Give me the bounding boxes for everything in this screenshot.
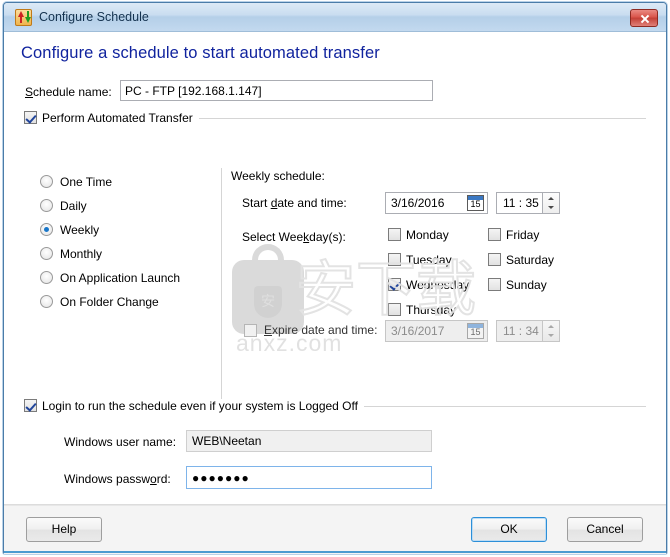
select-weekdays-label: Select Weekday(s):: [242, 230, 346, 244]
cancel-button[interactable]: Cancel: [567, 517, 643, 542]
login-group: Login to run the schedule even if your s…: [24, 399, 646, 413]
weekday-sunday[interactable]: Sunday: [488, 278, 547, 292]
login-checkbox-row[interactable]: Login to run the schedule even if your s…: [24, 399, 364, 413]
start-time-value: 11 : 35: [503, 196, 539, 210]
start-time-field[interactable]: 11 : 35: [496, 192, 560, 214]
calendar-icon: 15: [467, 323, 484, 339]
weekday-wednesday[interactable]: Wednesday: [388, 278, 469, 292]
radio-label: Monthly: [60, 247, 103, 261]
weekday-monday[interactable]: Monday: [388, 228, 449, 242]
radio-monthly[interactable]: Monthly: [40, 242, 210, 266]
radio-label: Weekly: [60, 223, 100, 237]
ok-button[interactable]: OK: [471, 517, 547, 542]
weekday-label: Saturday: [506, 253, 555, 267]
expire-checkbox[interactable]: [244, 324, 257, 337]
start-date-label: Start date and time:: [242, 196, 347, 210]
radio-on-folder-change[interactable]: On Folder Change: [40, 290, 210, 314]
stepper-up-icon: [543, 321, 559, 331]
help-button[interactable]: Help: [26, 517, 102, 542]
calendar-icon-day: 15: [470, 199, 481, 209]
radio-icon[interactable]: [40, 223, 53, 236]
radio-one-time[interactable]: One Time: [40, 170, 210, 194]
checkbox-icon[interactable]: [388, 278, 401, 291]
bottom-accent-bar: [4, 551, 666, 553]
weekday-friday[interactable]: Friday: [488, 228, 539, 242]
watermark-shield-text: 安: [254, 286, 282, 318]
radio-label: On Application Launch: [60, 271, 181, 285]
login-checkbox[interactable]: [24, 399, 37, 412]
expire-time-value: 11 : 34: [503, 324, 539, 338]
checkbox-icon[interactable]: [488, 228, 501, 241]
weekday-saturday[interactable]: Saturday: [488, 253, 554, 267]
window-title: Configure Schedule: [39, 10, 149, 24]
expire-time-field: 11 : 34: [496, 320, 560, 342]
calendar-icon-day: 15: [470, 327, 481, 337]
calendar-icon[interactable]: 15: [467, 195, 484, 211]
radio-icon[interactable]: [40, 247, 53, 260]
stepper-up-icon[interactable]: [543, 193, 559, 203]
page-title: Configure a schedule to start automated …: [21, 44, 380, 62]
title-bar: Configure Schedule: [4, 3, 666, 32]
radio-label: On Folder Change: [60, 295, 159, 309]
configure-schedule-dialog: Configure Schedule Configure a schedule …: [0, 0, 670, 557]
radio-daily[interactable]: Daily: [40, 194, 210, 218]
start-time-stepper[interactable]: [542, 193, 559, 213]
start-date-value: 3/16/2016: [391, 196, 445, 210]
schedule-name-input[interactable]: [120, 80, 433, 101]
start-date-field[interactable]: 3/16/2016 15: [385, 192, 488, 214]
dialog-body: Configure a schedule to start automated …: [4, 32, 666, 554]
checkbox-icon[interactable]: [488, 253, 501, 266]
expire-label: Expire date and time:: [264, 323, 378, 337]
checkbox-icon[interactable]: [388, 253, 401, 266]
windows-username-label: Windows user name:: [64, 435, 177, 449]
perform-transfer-group: Perform Automated Transfer: [24, 111, 646, 125]
radio-weekly[interactable]: Weekly: [40, 218, 210, 242]
login-label: Login to run the schedule even if your s…: [42, 399, 358, 413]
radio-label: One Time: [60, 175, 113, 189]
weekday-label: Tuesday: [406, 253, 452, 267]
weekday-label: Thursday: [406, 303, 457, 317]
radio-icon[interactable]: [40, 295, 53, 308]
stepper-down-icon: [543, 331, 559, 341]
radio-icon[interactable]: [40, 175, 53, 188]
weekday-label: Sunday: [506, 278, 547, 292]
frequency-radio-group: One Time Daily Weekly Monthly On Applica…: [40, 170, 210, 314]
perform-transfer-checkbox[interactable]: [24, 111, 37, 124]
radio-icon[interactable]: [40, 199, 53, 212]
weekly-schedule-title: Weekly schedule:: [231, 169, 325, 183]
windows-password-label: Windows password:: [64, 472, 171, 486]
expire-time-stepper: [542, 321, 559, 341]
checkbox-icon[interactable]: [388, 303, 401, 316]
weekday-tuesday[interactable]: Tuesday: [388, 253, 452, 267]
windows-username-input[interactable]: [186, 430, 432, 452]
vertical-divider: [221, 168, 222, 412]
weekday-thursday[interactable]: Thursday: [388, 303, 456, 317]
footer-bar: Help OK Cancel: [4, 505, 666, 554]
expire-date-field: 3/16/2017 15: [385, 320, 488, 342]
expire-date-value: 3/16/2017: [391, 324, 445, 338]
schedule-name-label: Schedule name:: [25, 85, 112, 99]
perform-transfer-label: Perform Automated Transfer: [42, 111, 193, 125]
close-icon[interactable]: [630, 9, 658, 27]
radio-icon[interactable]: [40, 271, 53, 284]
transfer-arrows-icon: [15, 9, 32, 26]
windows-password-input[interactable]: [186, 466, 432, 489]
weekday-label: Friday: [506, 228, 540, 242]
checkbox-icon[interactable]: [488, 278, 501, 291]
weekday-label: Wednesday: [406, 278, 470, 292]
checkbox-icon[interactable]: [388, 228, 401, 241]
weekday-label: Monday: [406, 228, 449, 242]
radio-label: Daily: [60, 199, 87, 213]
perform-transfer-checkbox-row[interactable]: Perform Automated Transfer: [24, 111, 199, 125]
stepper-down-icon[interactable]: [543, 203, 559, 213]
radio-on-application-launch[interactable]: On Application Launch: [40, 266, 210, 290]
